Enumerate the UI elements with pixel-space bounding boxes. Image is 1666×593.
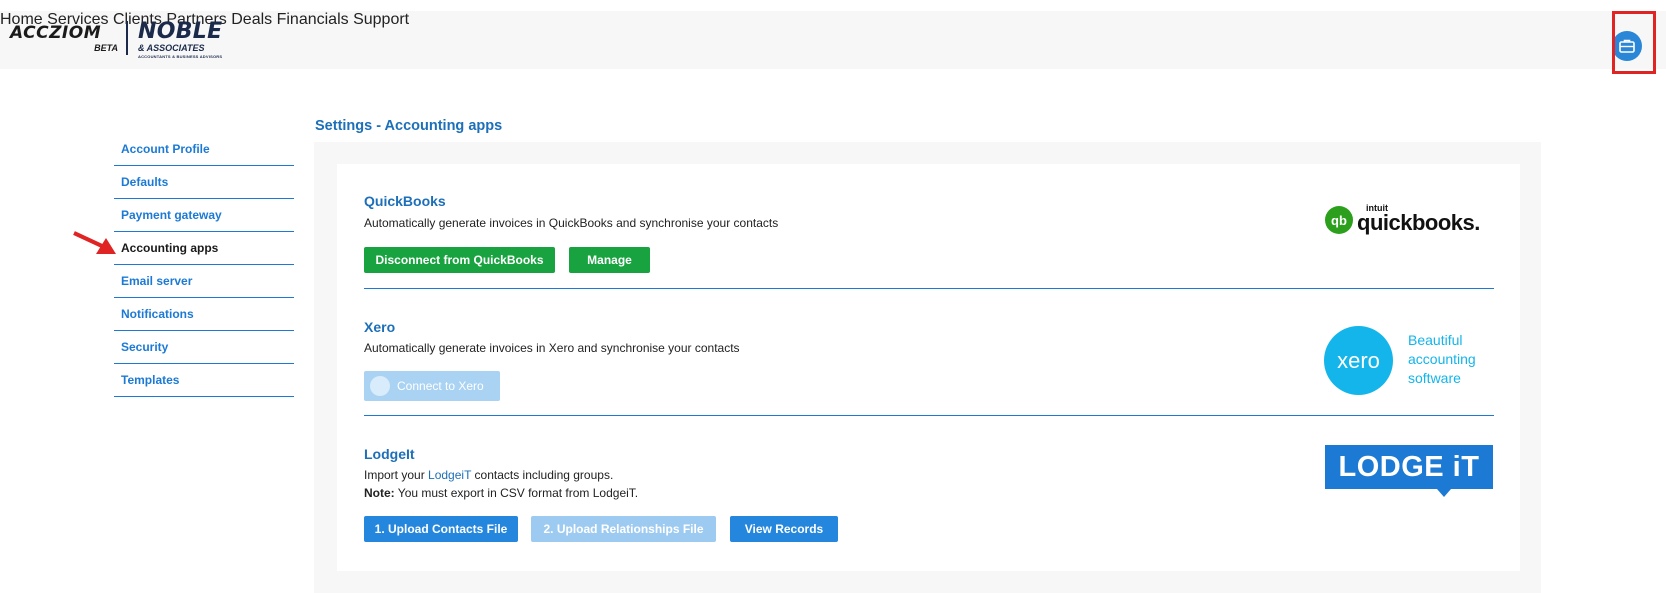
logo-beta-text: BETA xyxy=(94,43,118,53)
top-header: ACCZIOM BETA NOBLE & ASSOCIATES ACCOUNTA… xyxy=(0,11,1666,74)
lodgeit-logo-tail xyxy=(1437,489,1451,497)
lodgeit-link[interactable]: LodgeiT xyxy=(428,468,471,482)
brand-logo[interactable]: ACCZIOM BETA NOBLE & ASSOCIATES ACCOUNTA… xyxy=(10,19,238,59)
sidebar-item-account-profile[interactable]: Account Profile xyxy=(114,133,294,166)
partner-logo-sub: & ASSOCIATES xyxy=(138,43,205,53)
partner-logo-text: NOBLE xyxy=(138,19,223,44)
connect-xero-button[interactable]: Connect to Xero xyxy=(364,371,500,401)
logo-divider xyxy=(126,21,128,55)
nav-support[interactable]: Support xyxy=(353,11,409,28)
xero-logo: xero Beautiful accounting software xyxy=(1324,326,1494,396)
xero-logo-icon: xero xyxy=(1324,326,1393,395)
quickbooks-description: Automatically generate invoices in Quick… xyxy=(364,216,779,230)
xero-button-icon xyxy=(370,376,390,396)
lodgeit-description: Import your LodgeiT contacts including g… xyxy=(364,468,613,482)
sidebar-item-notifications[interactable]: Notifications xyxy=(114,298,294,331)
upload-relationships-button[interactable]: 2. Upload Relationships File xyxy=(531,516,716,542)
lodgeit-description-prefix: Import your xyxy=(364,468,425,482)
disconnect-quickbooks-button[interactable]: Disconnect from QuickBooks xyxy=(364,247,555,273)
upload-contacts-button[interactable]: 1. Upload Contacts File xyxy=(364,516,518,542)
connect-xero-label: Connect to Xero xyxy=(397,379,484,393)
sidebar-item-templates[interactable]: Templates xyxy=(114,364,294,397)
page-title: Settings - Accounting apps xyxy=(315,118,503,134)
annotation-arrow-icon xyxy=(73,231,116,254)
annotation-highlight-box xyxy=(1612,11,1656,74)
nav-financials[interactable]: Financials xyxy=(277,11,349,28)
quickbooks-logo-word: quickbooks. xyxy=(1357,210,1480,235)
quickbooks-logo: qb intuit quickbooks. xyxy=(1325,202,1485,240)
sidebar-item-accounting-apps[interactable]: Accounting apps xyxy=(114,232,294,265)
lodgeit-description-suffix: contacts including groups. xyxy=(474,468,614,482)
lodgeit-title: LodgeIt xyxy=(364,446,415,462)
view-records-button[interactable]: View Records xyxy=(730,516,838,542)
sidebar-item-security[interactable]: Security xyxy=(114,331,294,364)
xero-title: Xero xyxy=(364,319,396,335)
acczioom-logo: ACCZIOM BETA xyxy=(10,19,120,59)
settings-sidebar: Account Profile Defaults Payment gateway… xyxy=(114,133,294,397)
section-divider xyxy=(364,288,1494,289)
lodgeit-note-text: You must export in CSV format from Lodge… xyxy=(397,486,639,500)
xero-description: Automatically generate invoices in Xero … xyxy=(364,341,740,355)
lodgeit-note: Note: You must export in CSV format from… xyxy=(364,486,638,500)
quickbooks-title: QuickBooks xyxy=(364,193,446,209)
partner-logo-tagline: ACCOUNTANTS & BUSINESS ADVISORS xyxy=(138,54,223,59)
manage-quickbooks-button[interactable]: Manage xyxy=(569,247,650,273)
sidebar-item-payment-gateway[interactable]: Payment gateway xyxy=(114,199,294,232)
sidebar-item-email-server[interactable]: Email server xyxy=(114,265,294,298)
lodgeit-logo-word: LODGE iT xyxy=(1325,445,1493,489)
noble-logo: NOBLE & ASSOCIATES ACCOUNTANTS & BUSINES… xyxy=(138,19,238,59)
lodgeit-logo: LODGE iT xyxy=(1325,445,1493,497)
xero-logo-tagline: Beautiful accounting software xyxy=(1408,332,1476,386)
section-divider xyxy=(364,415,1494,416)
logo-main-text: ACCZIOM xyxy=(10,23,102,43)
sidebar-item-defaults[interactable]: Defaults xyxy=(114,166,294,199)
lodgeit-note-label: Note: xyxy=(364,486,395,500)
quickbooks-logo-icon: qb xyxy=(1325,206,1353,234)
